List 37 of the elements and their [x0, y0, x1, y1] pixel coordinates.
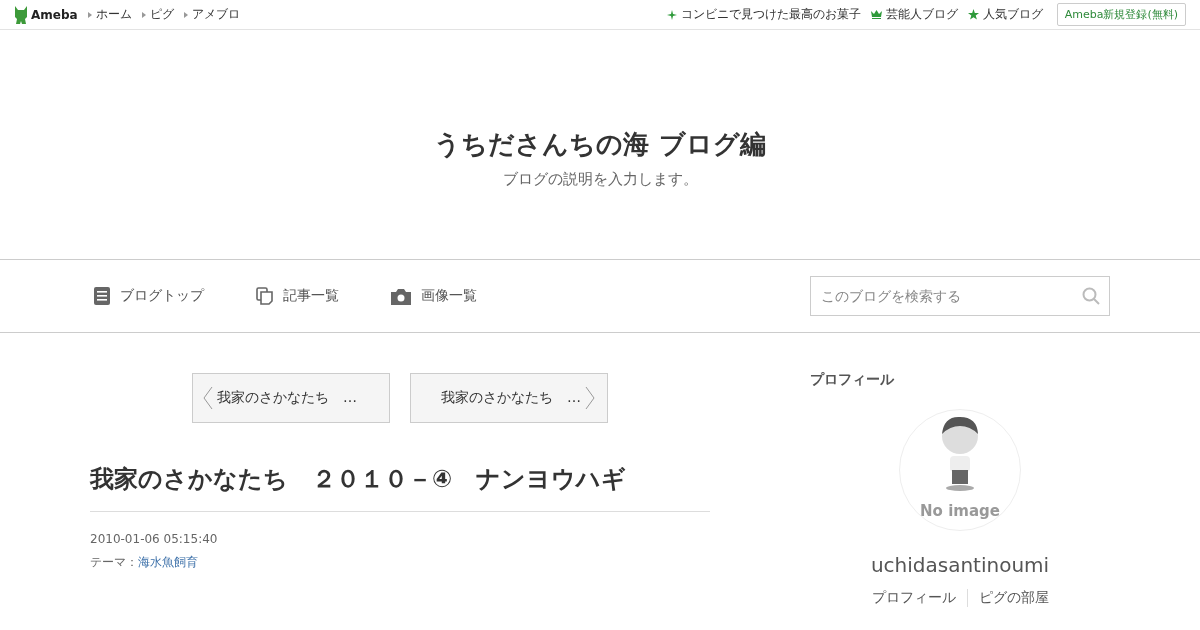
- crown-icon: [870, 10, 882, 19]
- nav-link[interactable]: ブログトップ: [94, 287, 204, 305]
- top-link[interactable]: コンビニで見つけた最高のお菓子: [666, 6, 861, 23]
- top-link[interactable]: ホーム: [87, 6, 132, 23]
- profile-link[interactable]: ピグの部屋: [966, 589, 1060, 607]
- theme-label: テーマ：: [90, 555, 138, 569]
- nav-link[interactable]: 記事一覧: [256, 287, 339, 305]
- theme-link[interactable]: 海水魚飼育: [138, 555, 198, 569]
- search-field[interactable]: このブログを検索する: [810, 276, 1110, 316]
- nav-link[interactable]: 画像一覧: [391, 287, 477, 305]
- ameba-logo[interactable]: Ameba: [14, 5, 78, 24]
- top-link[interactable]: ピグ: [141, 6, 174, 23]
- triangle-icon: [87, 11, 92, 18]
- camera-icon: [391, 287, 411, 305]
- top-link[interactable]: 芸能人ブログ: [870, 6, 958, 23]
- copy-icon: [256, 287, 273, 305]
- article-date: 2010-01-06 05:15:40: [90, 532, 219, 546]
- search-icon[interactable]: [1082, 287, 1100, 305]
- triangle-icon: [183, 11, 188, 18]
- star-icon: [967, 9, 979, 20]
- top-link[interactable]: 人気ブログ: [967, 6, 1043, 23]
- chevron-right-icon: [585, 386, 595, 410]
- document-icon: [94, 287, 110, 305]
- article-title[interactable]: 我家のさかなたち ２０１０－④ ナンヨウハギ: [90, 463, 710, 512]
- profile-heading: プロフィール: [810, 371, 894, 389]
- profile-name[interactable]: uchidasantinoumi: [870, 553, 1050, 577]
- blog-description: ブログの説明を入力します。: [502, 169, 698, 189]
- pager-button[interactable]: 我家のさかなたち …: [410, 373, 608, 423]
- signup-button[interactable]: Ameba新規登録(無料): [1056, 3, 1186, 26]
- mascot-icon: [14, 5, 28, 24]
- blog-title[interactable]: うちださんちの海 ブログ編: [434, 100, 766, 162]
- chevron-left-icon: [203, 386, 213, 410]
- pager-button[interactable]: 我家のさかなたち …: [192, 373, 390, 423]
- top-link[interactable]: アメブロ: [183, 6, 240, 23]
- triangle-icon: [141, 11, 146, 18]
- sparkle-icon: [666, 9, 677, 20]
- profile-link[interactable]: プロフィール: [860, 589, 967, 607]
